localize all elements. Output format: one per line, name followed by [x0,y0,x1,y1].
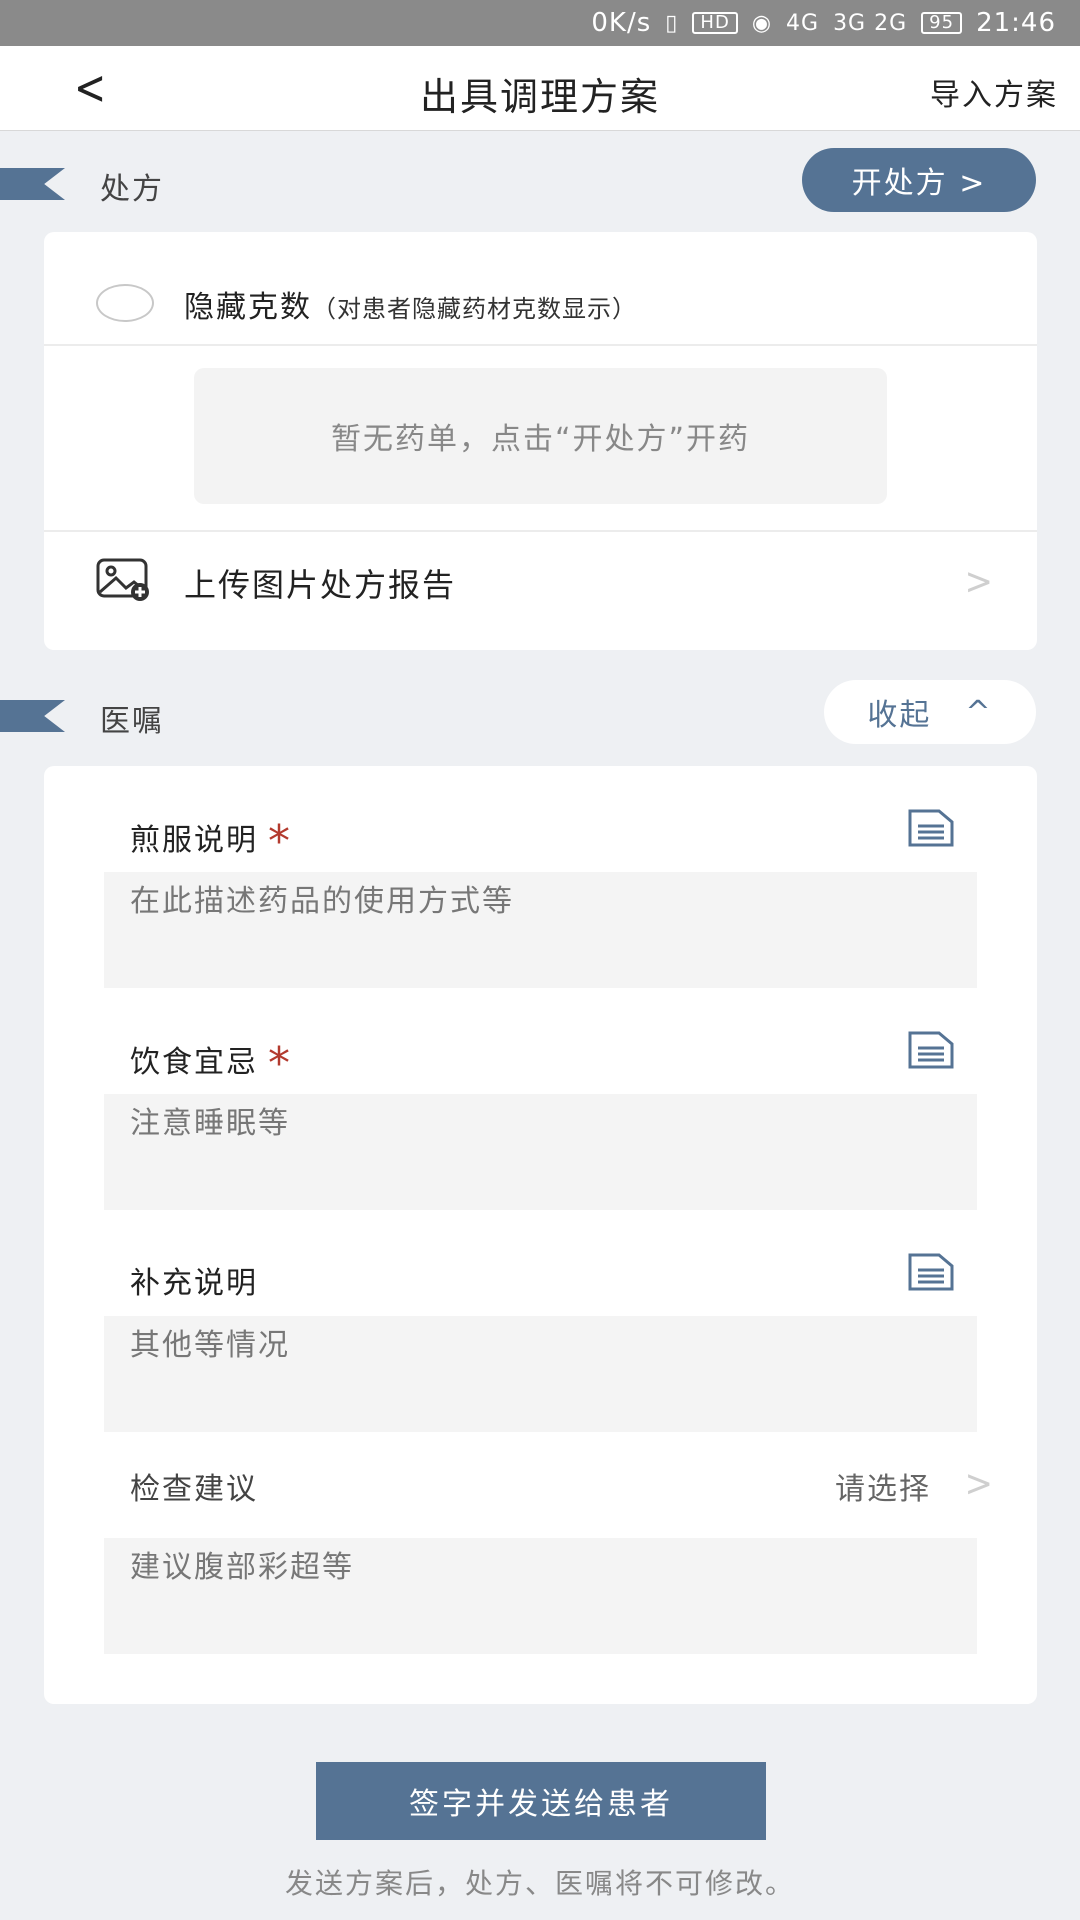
diet-restrictions-input[interactable]: 注意睡眠等 [104,1094,977,1210]
diet-restrictions-text: 饮食宜忌 [130,1045,258,1080]
signal-4g-icon: 4G [786,10,820,36]
chevron-up-icon: ^ [965,694,993,730]
empty-prescription-box: 暂无药单，点击“开处方”开药 [194,368,887,504]
sign-and-send-button[interactable]: 签字并发送给患者 [316,1762,766,1840]
collapse-button[interactable]: 收起 ^ [824,680,1036,744]
advice-section-header: 医嘱 收起 ^ [0,680,1080,750]
decoction-instructions-input[interactable]: 在此描述药品的使用方式等 [104,872,977,988]
page-title: 出具调理方案 [419,75,660,119]
hide-dosage-radio[interactable] [96,284,154,322]
signal-3g-icon: 3G 2G [833,10,908,36]
net-speed: 0K/s [591,8,652,38]
section-flag-icon [0,168,65,200]
template-document-icon[interactable] [907,1030,955,1074]
additional-notes-input[interactable]: 其他等情况 [104,1316,977,1432]
exam-select-value[interactable]: 请选择 [835,1464,931,1508]
diet-restrictions-label: 饮食宜忌 * [130,1032,292,1089]
hide-dosage-note: （对患者隐藏药材克数显示） [312,295,637,323]
prescription-section-title: 处方 [100,172,164,207]
chevron-right-icon: > [964,1462,994,1506]
template-document-icon[interactable] [907,1252,955,1296]
additional-notes-label: 补充说明 [130,1266,258,1301]
hide-dosage-label: 隐藏克数（对患者隐藏药材克数显示） [184,282,637,326]
chevron-right-icon: > [964,560,994,604]
decoction-instructions-text: 煎服说明 [130,823,258,858]
footer-note: 发送方案后，处方、医嘱将不可修改。 [284,1867,795,1900]
section-flag-icon [0,700,65,732]
upload-report-row[interactable]: 上传图片处方报告 > [44,530,1037,642]
required-star: * [268,1038,292,1089]
open-prescription-button[interactable]: 开处方 > [802,148,1036,212]
template-document-icon[interactable] [907,808,955,852]
collapse-label: 收起 [867,698,932,733]
status-time: 21:46 [976,8,1056,38]
nav-bar: < 出具调理方案 导入方案 [0,46,1080,131]
status-bar: 0K/s ▯ HD ◉ 4G 3G 2G 95 21:46 [0,0,1080,46]
import-plan-button[interactable]: 导入方案 [930,70,1058,114]
required-star: * [268,816,292,867]
vibrate-icon: ▯ [665,10,679,36]
hide-dosage-row[interactable]: 隐藏克数（对患者隐藏药材克数显示） [44,232,1037,346]
upload-report-label: 上传图片处方报告 [184,566,457,604]
image-upload-icon [96,558,152,606]
eye-icon: ◉ [751,10,773,36]
exam-suggestion-input[interactable]: 建议腹部彩超等 [104,1538,977,1654]
advice-card: 煎服说明 * 在此描述药品的使用方式等 饮食宜忌 * 注意睡眠等 补充说明 其他等 [44,766,1037,1704]
hide-dosage-text: 隐藏克数 [184,290,312,325]
prescription-card: 隐藏克数（对患者隐藏药材克数显示） 暂无药单，点击“开处方”开药 上传图片处方报… [44,232,1037,650]
prescription-section-header: 处方 开处方 > [0,148,1080,218]
hd-badge: HD [692,12,738,34]
battery-icon: 95 [921,12,963,34]
advice-section-title: 医嘱 [100,704,164,739]
exam-suggestion-label: 检查建议 [130,1472,258,1507]
decoction-instructions-label: 煎服说明 * [130,810,292,867]
